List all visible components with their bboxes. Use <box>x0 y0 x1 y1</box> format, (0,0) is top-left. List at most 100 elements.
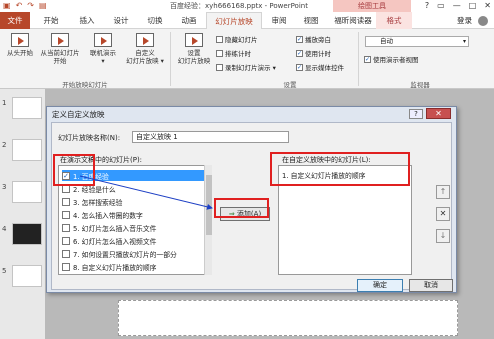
list-item[interactable]: 6. 幻灯片怎么插入视频文件 <box>62 235 156 246</box>
slide-thumbnail[interactable] <box>12 181 42 203</box>
tab-file[interactable]: 文件 <box>0 12 30 29</box>
move-up-button[interactable]: ↑ <box>436 185 450 199</box>
maximize-icon[interactable]: □ <box>469 1 477 11</box>
narration-checkbox[interactable]: ✓ <box>296 35 303 43</box>
record-label: 录制幻灯片演示 ▾ <box>225 64 276 72</box>
rehearse-timings-toggle[interactable]: 排练计时 <box>216 48 251 58</box>
custom-slideshow-label: 自定义 幻灯片放映 ▾ <box>126 49 164 65</box>
tab-slideshow[interactable]: 幻灯片放映 <box>206 12 262 29</box>
avatar[interactable] <box>478 16 488 26</box>
undo-icon[interactable]: ↶ <box>16 1 23 11</box>
from-beginning-button[interactable]: 从头开始 <box>3 33 37 57</box>
hide-slide-label: 隐藏幻灯片 <box>225 36 258 44</box>
show-name-input[interactable]: 自定义放映 1 <box>132 131 289 143</box>
rehearse-checkbox[interactable] <box>216 49 223 57</box>
slide-thumbnail-pane: 1 2 3 4 5 <box>0 89 45 339</box>
slide-thumbnail[interactable] <box>12 139 42 161</box>
slide-label: 6. 幻灯片怎么插入视频文件 <box>73 237 157 246</box>
tab-view[interactable]: 视图 <box>296 12 326 29</box>
list-item[interactable]: 1. 自定义幻灯片播放的顺序 <box>282 170 365 180</box>
list-item[interactable]: 3. 怎样搜索经验 <box>62 196 122 207</box>
slide-checkbox[interactable] <box>62 236 70 245</box>
context-tab-title: 绘图工具 <box>333 0 411 12</box>
slide-thumbnail[interactable] <box>12 223 42 245</box>
dialog-title: 定义自定义放映 <box>52 110 105 119</box>
thumb-number: 1 <box>2 99 7 107</box>
tab-transitions[interactable]: 切换 <box>140 12 170 29</box>
tab-foxit-reader[interactable]: 福昕阅读器 <box>330 12 376 29</box>
add-button[interactable]: ⇒ 添加(A) <box>220 207 270 221</box>
redo-icon[interactable]: ↷ <box>27 1 34 11</box>
tab-animations[interactable]: 动画 <box>174 12 204 29</box>
setup-slideshow-button[interactable]: 设置 幻灯片放映 <box>174 33 214 65</box>
use-timings-toggle[interactable]: ✓ 使用计时 <box>296 48 331 58</box>
setup-icon <box>185 33 203 47</box>
scrollbar-thumb[interactable] <box>206 175 212 235</box>
tab-design[interactable]: 设计 <box>106 12 136 29</box>
slide-canvas[interactable] <box>118 300 458 336</box>
from-beginning-label: 从头开始 <box>7 49 33 57</box>
play-narrations-toggle[interactable]: ✓ 播放旁白 <box>296 34 331 44</box>
thumb-number: 4 <box>2 225 7 233</box>
custom-show-slides-list[interactable]: 1. 自定义幻灯片播放的顺序 <box>278 165 412 275</box>
slide-label: 3. 怎样搜索经验 <box>73 198 123 207</box>
list-item[interactable]: 4. 怎么插入带圈的数字 <box>62 209 143 220</box>
record-slideshow-toggle[interactable]: 录制幻灯片演示 ▾ <box>216 62 276 72</box>
slide-thumbnail[interactable] <box>12 265 42 287</box>
slide-checkbox[interactable] <box>62 249 70 258</box>
help-icon[interactable]: ? <box>409 109 423 119</box>
slide-label: 4. 怎么插入带圈的数字 <box>73 211 143 220</box>
custom-show-slides-label: 在自定义放映中的幻灯片(L): <box>282 156 371 164</box>
list-item[interactable]: ✓ 1. 百度经验 <box>62 170 205 181</box>
presentation-slides-list[interactable]: ✓ 1. 百度经验 2. 经验是什么 3. 怎样搜索经验 4. 怎么插入带圈的数… <box>58 165 212 275</box>
slide-checkbox[interactable] <box>62 223 70 232</box>
present-online-button[interactable]: 联机演示 ▾ <box>86 33 120 65</box>
slide-checkbox[interactable]: ✓ <box>62 171 70 180</box>
slides-in-presentation-label: 在演示文稿中的幻灯片(P): <box>60 156 143 164</box>
play-icon <box>11 33 29 47</box>
list-item[interactable]: 5. 幻灯片怎么插入音乐文件 <box>62 222 156 233</box>
remove-button[interactable]: ✕ <box>436 207 450 221</box>
presenter-view-toggle[interactable]: ✓ 使用演示者视图 <box>364 54 419 64</box>
show-media-controls-toggle[interactable]: ✓ 显示媒体控件 <box>296 62 344 72</box>
media-controls-label: 显示媒体控件 <box>305 64 344 72</box>
slide-thumbnail[interactable] <box>12 97 42 119</box>
list-scrollbar[interactable] <box>204 165 212 275</box>
slide-checkbox[interactable] <box>62 197 70 206</box>
close-icon[interactable]: ✕ <box>484 1 491 11</box>
list-item[interactable]: 7. 如何设置只播放幻灯片的一部分 <box>62 248 177 259</box>
ribbon-display-icon[interactable]: ▭ <box>437 1 445 11</box>
slide-checkbox[interactable] <box>62 210 70 219</box>
move-down-button[interactable]: ↓ <box>436 229 450 243</box>
login-link[interactable]: 登录 <box>457 12 472 29</box>
tab-format[interactable]: 格式 <box>376 12 412 29</box>
hide-slide-toggle[interactable]: 隐藏幻灯片 <box>216 34 258 44</box>
ok-button[interactable]: 确定 <box>357 279 403 292</box>
presenter-view-checkbox[interactable]: ✓ <box>364 55 371 63</box>
record-checkbox[interactable] <box>216 63 223 71</box>
tab-home[interactable]: 开始 <box>36 12 66 29</box>
save-icon[interactable]: ▣ <box>3 1 11 11</box>
monitor-select[interactable]: 自动 ▾ <box>365 36 469 47</box>
setup-label: 设置 幻灯片放映 <box>177 49 211 65</box>
use-timings-checkbox[interactable]: ✓ <box>296 49 303 57</box>
hide-slide-checkbox[interactable] <box>216 35 223 43</box>
double-arrow-right-icon: ⇒ <box>228 210 235 218</box>
chevron-down-icon: ▾ <box>462 38 466 45</box>
tab-review[interactable]: 审阅 <box>264 12 294 29</box>
from-current-label: 从当前幻灯片 开始 <box>40 49 80 65</box>
list-item[interactable]: 8. 自定义幻灯片播放的顺序 <box>62 261 156 272</box>
media-controls-checkbox[interactable]: ✓ <box>296 63 303 71</box>
from-current-slide-button[interactable]: 从当前幻灯片 开始 <box>38 33 82 65</box>
tab-insert[interactable]: 插入 <box>72 12 102 29</box>
custom-slideshow-button[interactable]: 自定义 幻灯片放映 ▾ <box>122 33 168 65</box>
cancel-button[interactable]: 取消 <box>409 279 453 292</box>
close-icon[interactable]: ✕ <box>426 108 451 119</box>
start-slideshow-icon[interactable]: ▤ <box>39 1 47 11</box>
help-icon[interactable]: ? <box>425 1 429 11</box>
slide-checkbox[interactable] <box>62 184 70 193</box>
list-item[interactable]: 2. 经验是什么 <box>62 183 116 194</box>
window-title: 百度经验：xyh666168.pptx - PowerPoint <box>170 2 308 10</box>
slide-checkbox[interactable] <box>62 262 70 271</box>
minimize-icon[interactable]: — <box>453 1 461 11</box>
